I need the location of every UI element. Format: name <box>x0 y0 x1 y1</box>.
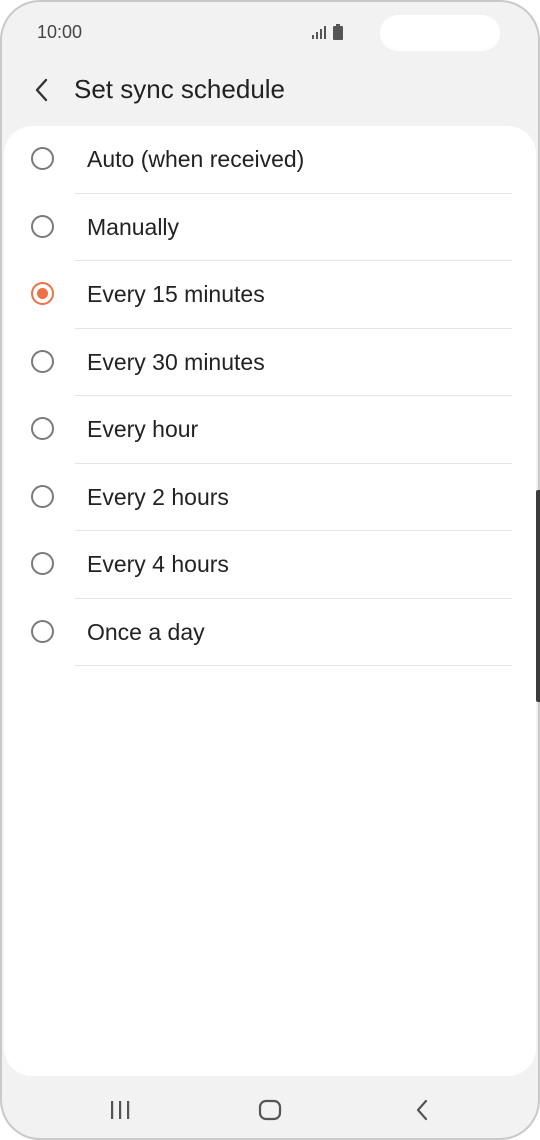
options-card: Auto (when received) Manually Every 15 m… <box>4 126 536 1076</box>
option-label: Manually <box>87 213 180 240</box>
option-auto-when-received[interactable]: Auto (when received) <box>4 126 536 194</box>
radio-button[interactable] <box>31 349 54 373</box>
radio-button[interactable] <box>31 147 54 170</box>
option-every-15-minutes[interactable]: Every 15 minutes <box>4 261 536 329</box>
radio-selected-dot <box>37 288 48 299</box>
option-once-a-day[interactable]: Once a day <box>4 599 536 666</box>
radio-button-selected[interactable] <box>31 282 54 305</box>
option-label: Every 15 minutes <box>87 281 265 307</box>
status-time: 10:00 <box>37 22 83 42</box>
app-header: Set sync schedule <box>0 62 540 126</box>
radio-button[interactable] <box>31 619 54 643</box>
divider <box>75 665 512 666</box>
option-every-2-hours[interactable]: Every 2 hours <box>4 464 536 531</box>
nav-back-button[interactable] <box>402 1092 442 1128</box>
option-label: Every hour <box>87 416 199 442</box>
back-button[interactable] <box>24 72 60 108</box>
radio-button[interactable] <box>31 552 54 575</box>
option-label: Auto (when received) <box>87 146 305 172</box>
option-label: Every 2 hours <box>87 483 229 510</box>
back-icon <box>416 1099 428 1121</box>
status-bar: 10:00 <box>0 0 540 62</box>
option-every-4-hours[interactable]: Every 4 hours <box>4 531 536 599</box>
camera-cutout <box>380 15 500 51</box>
phone-screen: 10:00 Set sync schedule Auto (when recei… <box>0 0 540 1140</box>
recent-apps-button[interactable] <box>100 1092 140 1128</box>
home-icon <box>258 1099 282 1121</box>
radio-button[interactable] <box>31 417 54 440</box>
chevron-left-icon <box>35 78 48 102</box>
sync-schedule-options: Auto (when received) Manually Every 15 m… <box>4 126 536 666</box>
option-label: Once a day <box>87 618 205 645</box>
battery-icon <box>333 24 343 40</box>
option-label: Every 4 hours <box>87 551 229 577</box>
option-label: Every 30 minutes <box>87 348 265 375</box>
home-button[interactable] <box>250 1092 290 1128</box>
radio-button[interactable] <box>31 214 54 238</box>
option-manually[interactable]: Manually <box>4 194 536 261</box>
side-scroll-edge <box>536 490 540 702</box>
radio-button[interactable] <box>31 484 54 508</box>
option-every-30-minutes[interactable]: Every 30 minutes <box>4 329 536 396</box>
option-every-hour[interactable]: Every hour <box>4 396 536 464</box>
signal-icon <box>312 26 326 39</box>
recent-apps-icon <box>111 1101 130 1119</box>
page-title: Set sync schedule <box>74 74 286 104</box>
navigation-bar <box>0 1076 540 1140</box>
